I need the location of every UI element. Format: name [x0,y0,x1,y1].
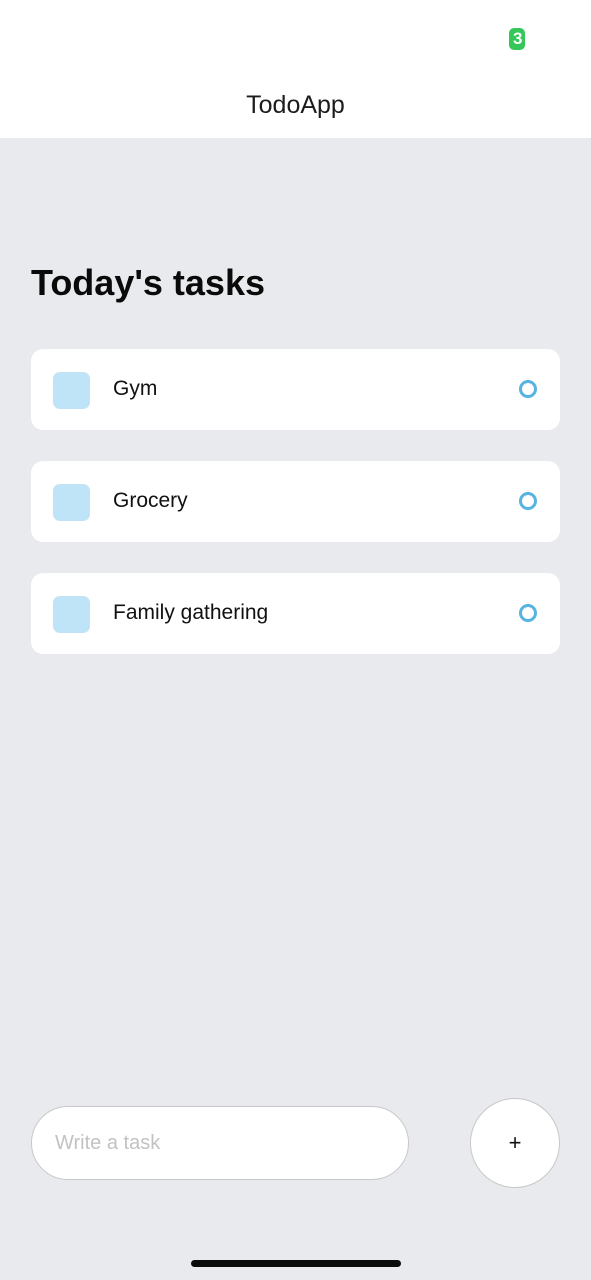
task-label: Family gathering [113,601,269,624]
nav-header: TodoApp [0,80,591,138]
task-item[interactable]: Family gathering [31,573,560,654]
home-indicator [191,1260,401,1267]
circle-icon[interactable] [519,492,537,510]
circle-icon[interactable] [519,380,537,398]
square-icon [53,484,90,521]
section-title: Today's tasks [31,262,265,303]
task-item[interactable]: Gym [31,349,560,430]
add-task-button[interactable]: + [470,1098,560,1188]
task-composer: + [0,1098,591,1198]
square-icon [53,372,90,409]
status-bar: 3 [0,0,591,80]
task-list: Gym Grocery Family gathering [31,349,560,685]
page-title: TodoApp [246,91,345,119]
app-screen: 3 TodoApp Today's tasks Gym Grocery Fami… [0,0,591,1280]
task-input[interactable] [31,1106,409,1180]
main-content: Today's tasks Gym Grocery Family gatheri… [0,138,591,1280]
circle-icon[interactable] [519,604,537,622]
battery-icon: 3 [509,28,525,50]
square-icon [53,596,90,633]
task-label: Gym [113,377,158,400]
task-label: Grocery [113,489,188,512]
task-item[interactable]: Grocery [31,461,560,542]
